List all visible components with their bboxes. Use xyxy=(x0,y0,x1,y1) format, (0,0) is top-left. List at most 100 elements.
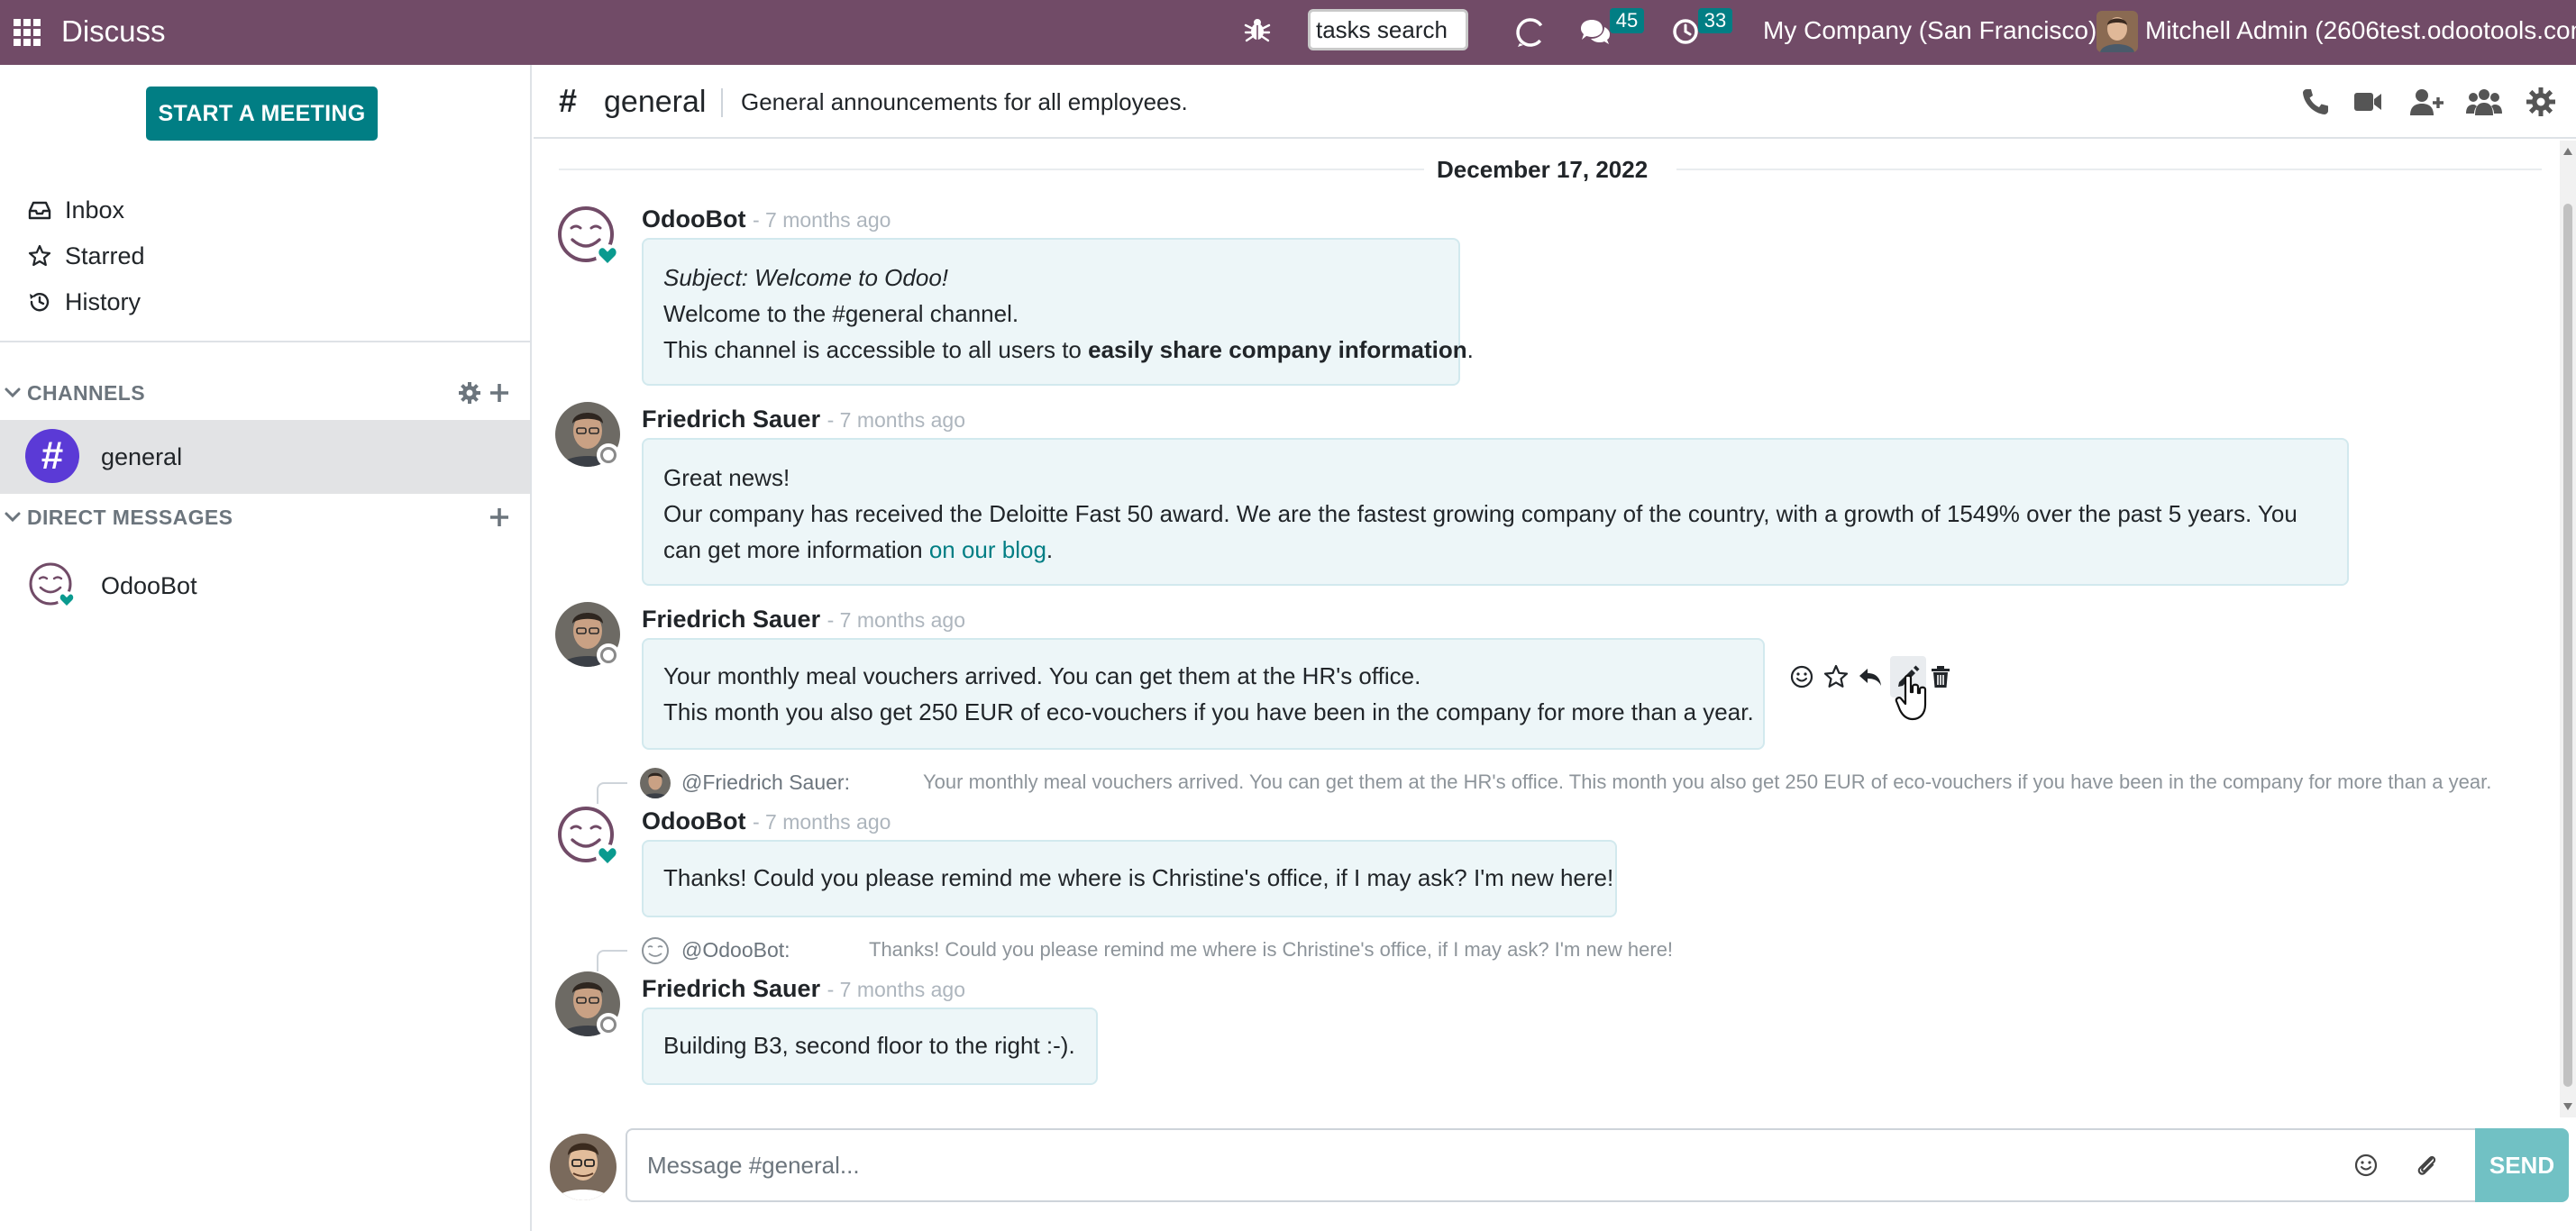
header-separator xyxy=(721,88,723,117)
message-text: Building B3, second floor to the right :… xyxy=(663,1032,1075,1059)
sidebar-item-inbox[interactable]: Inbox xyxy=(27,190,124,230)
message-author[interactable]: OdooBot - 7 months ago xyxy=(642,205,891,233)
message-author[interactable]: OdooBot - 7 months ago xyxy=(642,807,891,835)
thread-settings-gear-icon[interactable] xyxy=(2526,87,2556,117)
activities-clock-icon[interactable] xyxy=(1672,18,1699,45)
date-separator: December 17, 2022 xyxy=(534,141,2560,196)
author-name[interactable]: Friedrich Sauer xyxy=(642,975,820,1002)
friedrich-sauer-avatar[interactable] xyxy=(555,402,620,467)
add-channel-plus-icon[interactable] xyxy=(488,381,511,405)
sidebar-item-label: Starred xyxy=(65,242,145,269)
company-switcher[interactable]: My Company (San Francisco) xyxy=(1763,0,2096,65)
inbox-icon xyxy=(27,197,52,223)
friedrich-sauer-avatar[interactable] xyxy=(555,602,620,667)
chevron-down-icon[interactable] xyxy=(2,506,23,528)
channels-section-header: CHANNELS xyxy=(0,373,530,413)
channel-settings-gear-icon[interactable] xyxy=(458,381,481,405)
scroll-up-arrow-icon[interactable] xyxy=(2563,148,2572,155)
message-date: - 7 months ago xyxy=(827,608,966,632)
odoobot-mini-avatar xyxy=(640,935,671,966)
message-author[interactable]: Friedrich Sauer - 7 months ago xyxy=(642,606,965,634)
offline-status-icon xyxy=(597,643,620,667)
message-text: Your monthly meal vouchers arrived. You … xyxy=(663,662,1421,689)
direct-messages-section-header: DIRECT MESSAGES xyxy=(0,497,530,537)
friedrich-sauer-avatar[interactable] xyxy=(555,971,620,1036)
message-input[interactable] xyxy=(647,1130,2324,1200)
author-name[interactable]: Friedrich Sauer xyxy=(642,606,820,633)
chevron-down-icon[interactable] xyxy=(2,382,23,404)
discuss-sidebar: START A MEETING Inbox Starred History CH… xyxy=(0,65,532,1231)
reply-excerpt: Thanks! Could you please remind me where… xyxy=(869,938,1674,961)
sidebar-item-label: History xyxy=(65,287,142,315)
thread-title[interactable]: general xyxy=(604,65,706,139)
scroll-down-arrow-icon[interactable] xyxy=(2563,1103,2572,1110)
author-name[interactable]: OdooBot xyxy=(642,807,745,834)
odoobot-avatar[interactable] xyxy=(555,204,620,269)
sidebar-dm-odoobot[interactable]: OdooBot xyxy=(0,550,530,622)
start-meeting-button[interactable]: START A MEETING xyxy=(146,87,378,141)
reply-reference[interactable]: @OdooBot: Thanks! Could you please remin… xyxy=(597,932,2309,971)
sidebar-divider xyxy=(0,341,530,342)
add-reaction-smiley-icon[interactable] xyxy=(1788,663,1815,690)
message-composer: SEND xyxy=(534,1117,2576,1231)
emoji-smiley-icon[interactable] xyxy=(2352,1152,2380,1179)
attachment-paperclip-icon[interactable] xyxy=(2414,1152,2441,1179)
delete-trash-icon[interactable] xyxy=(1927,663,1954,690)
message-text: Great news! xyxy=(663,464,790,491)
message-author[interactable]: Friedrich Sauer - 7 months ago xyxy=(642,975,965,1003)
message-text: This channel is accessible to all users … xyxy=(663,336,1089,363)
mark-starred-star-icon[interactable] xyxy=(1822,663,1850,690)
messages-chat-icon[interactable] xyxy=(1579,18,1612,47)
top-navbar: Discuss 45 33 My xyxy=(0,0,2576,65)
message-text: This month you also get 250 EUR of eco-v… xyxy=(663,698,1754,725)
reply-connector xyxy=(597,950,627,971)
author-name[interactable]: Friedrich Sauer xyxy=(642,406,820,433)
reply-reference[interactable]: @Friedrich Sauer: Your monthly meal vouc… xyxy=(597,764,2560,804)
offline-status-icon xyxy=(597,1013,620,1036)
odoobot-avatar[interactable] xyxy=(555,804,620,869)
message-text: Our company has received the Deloitte Fa… xyxy=(663,500,2297,563)
user-avatar[interactable] xyxy=(2096,11,2138,52)
call-phone-icon[interactable] xyxy=(2300,87,2331,117)
activities-count-badge: 33 xyxy=(1698,8,1732,33)
message-bold-text: easily share company information xyxy=(1088,336,1467,363)
reply-author: @Friedrich Sauer: xyxy=(681,771,850,794)
reply-arrow-icon[interactable] xyxy=(1857,663,1884,690)
message-bubble: Great news! Our company has received the… xyxy=(642,438,2349,586)
add-user-icon[interactable] xyxy=(2408,87,2444,117)
sidebar-channel-general[interactable]: # general xyxy=(0,420,530,494)
message-date: - 7 months ago xyxy=(827,408,966,432)
date-separator-line xyxy=(559,169,1424,170)
send-button[interactable]: SEND xyxy=(2475,1128,2569,1202)
add-direct-message-plus-icon[interactable] xyxy=(488,506,511,529)
message-subject: Subject: Welcome to Odoo! xyxy=(663,264,949,291)
video-camera-icon[interactable] xyxy=(2352,87,2383,117)
thread-scrollbar[interactable] xyxy=(2560,141,2576,1117)
mouse-hand-cursor-icon xyxy=(1895,674,1931,721)
tasks-search-input[interactable] xyxy=(1308,9,1468,50)
reply-excerpt: Your monthly meal vouchers arrived. You … xyxy=(923,771,2492,793)
message-date: - 7 months ago xyxy=(752,810,891,834)
channels-section-label[interactable]: CHANNELS xyxy=(27,381,145,406)
message-author[interactable]: Friedrich Sauer - 7 months ago xyxy=(642,406,965,433)
voip-phone-icon[interactable] xyxy=(1514,16,1547,49)
message-bubble: Your monthly meal vouchers arrived. You … xyxy=(642,638,1765,750)
members-list-icon[interactable] xyxy=(2466,87,2502,117)
scroll-thumb[interactable] xyxy=(2563,204,2572,1087)
date-separator-line xyxy=(1676,169,2542,170)
debug-bug-icon[interactable] xyxy=(1244,16,1271,43)
message-bubble: Thanks! Could you please remind me where… xyxy=(642,840,1617,917)
author-name[interactable]: OdooBot xyxy=(642,205,745,233)
dm-name: OdooBot xyxy=(101,572,197,599)
user-menu[interactable]: Mitchell Admin (2606test.odootools.com) xyxy=(2145,0,2576,65)
direct-messages-section-label[interactable]: DIRECT MESSAGES xyxy=(27,506,233,530)
app-title[interactable]: Discuss xyxy=(61,0,166,65)
reply-connector xyxy=(597,782,627,804)
message-thread: December 17, 2022 OdooBot - 7 months ago… xyxy=(534,141,2560,1114)
apps-grid-icon[interactable] xyxy=(13,18,41,47)
blog-link[interactable]: on our blog xyxy=(929,536,1046,563)
sidebar-item-history[interactable]: History xyxy=(27,282,141,322)
sidebar-item-starred[interactable]: Starred xyxy=(27,236,145,276)
message-date: - 7 months ago xyxy=(827,978,966,1001)
thread-description[interactable]: General announcements for all employees. xyxy=(741,65,1188,139)
